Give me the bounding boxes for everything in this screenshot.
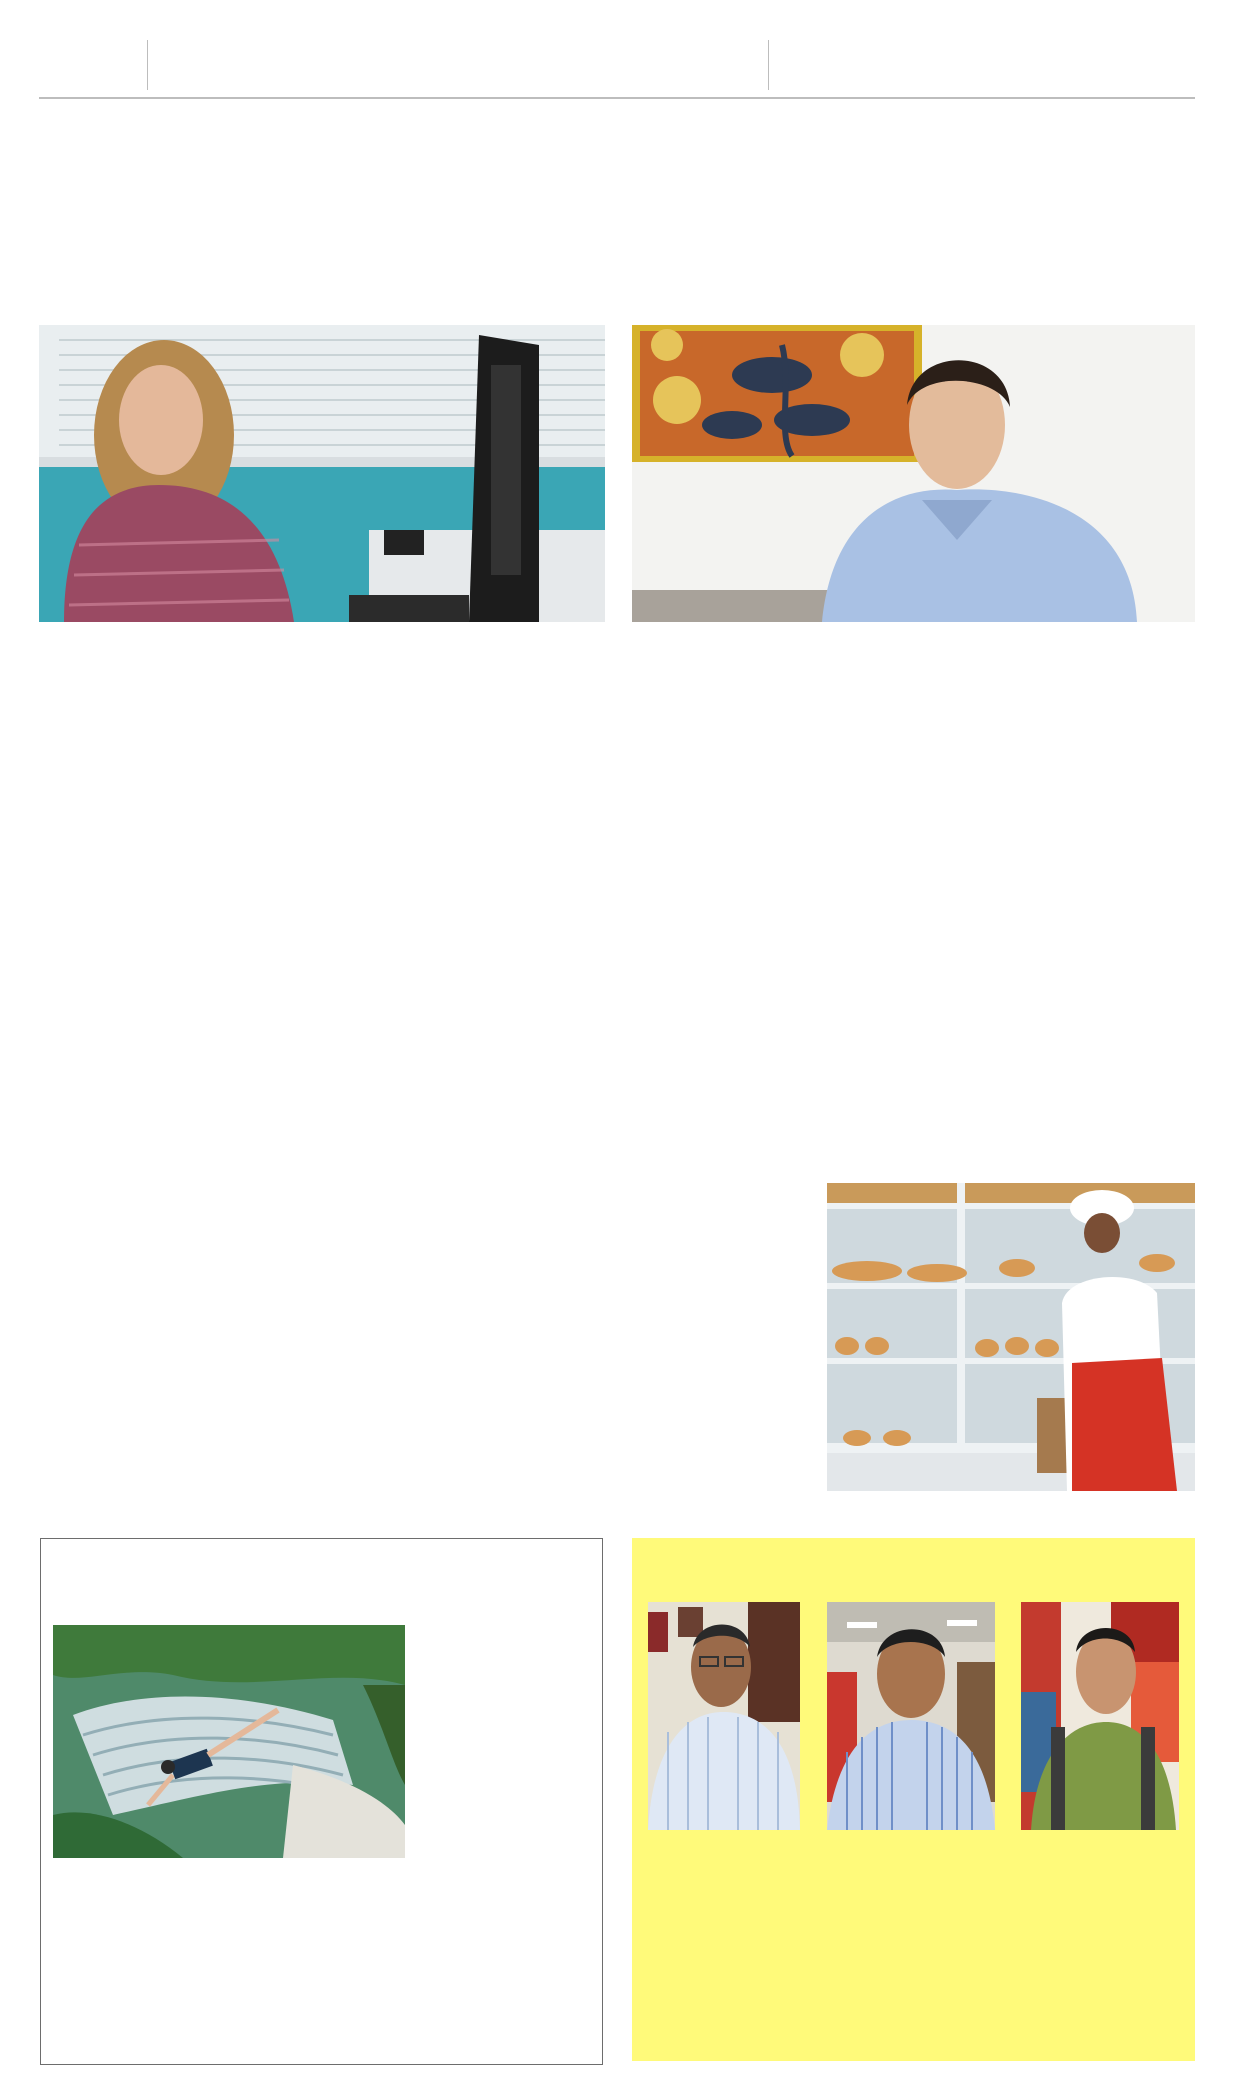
photo-waterfall-jump — [53, 1625, 405, 1858]
masthead-divider-right — [768, 40, 769, 90]
photo-man-striped-shirt — [827, 1602, 995, 1830]
masthead-divider-left — [147, 40, 148, 90]
photo-man-glasses — [648, 1602, 800, 1830]
masthead-rule — [39, 97, 1195, 99]
photo-man-green-shirt — [1021, 1602, 1179, 1830]
photo-man-blue-shirt — [632, 325, 1195, 622]
photo-bakery-counter — [827, 1183, 1195, 1491]
photo-woman-at-computer — [39, 325, 605, 622]
